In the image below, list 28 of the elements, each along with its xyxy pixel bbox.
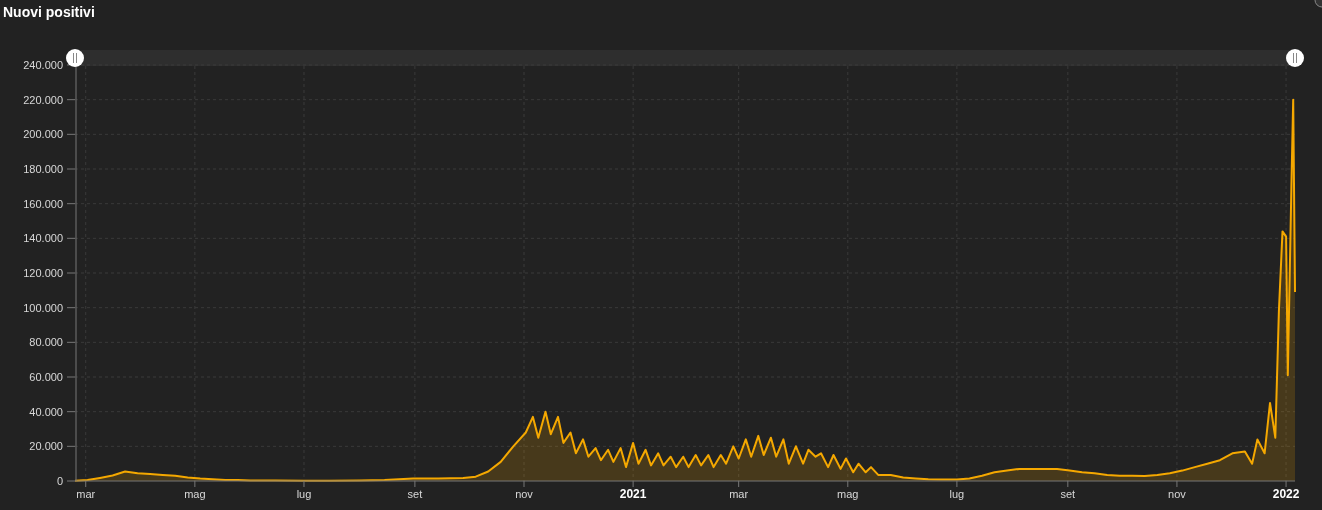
y-axis-label: 80.000 [29,336,63,349]
chart-title: Nuovi positivi [3,2,95,22]
x-axis-label: nov [1168,488,1186,500]
y-axis-label: 240.000 [23,59,63,71]
y-axis-label: 220.000 [23,93,63,106]
y-axis-label: 200.000 [23,128,63,141]
x-axis-label: set [1060,488,1076,500]
x-axis-label: mag [184,488,206,500]
x-axis-label: set [407,488,423,500]
y-axis-label: 120.000 [23,267,63,279]
y-axis-label: 0 [56,475,63,487]
x-axis-label: lug [949,488,965,500]
y-axis-label: 180.000 [23,163,63,175]
range-handle[interactable] [1286,49,1304,67]
y-axis-label: 160.000 [23,197,63,210]
x-axis-label: mag [837,488,859,500]
y-axis-label: 40.000 [29,405,63,418]
y-axis-label: 140.000 [23,232,63,245]
x-axis-label: 2022 [1272,487,1300,501]
y-axis-label: 60.000 [29,371,63,383]
x-axis-label: mar [729,488,749,500]
x-axis-label: mar [76,488,96,500]
y-axis-label: 100.000 [23,301,63,314]
range-handle[interactable] [66,49,84,67]
x-axis-label: 2021 [619,487,647,501]
x-axis-label: lug [296,488,312,500]
x-axis-label: nov [515,488,533,500]
y-axis-label: 20.000 [29,440,63,453]
